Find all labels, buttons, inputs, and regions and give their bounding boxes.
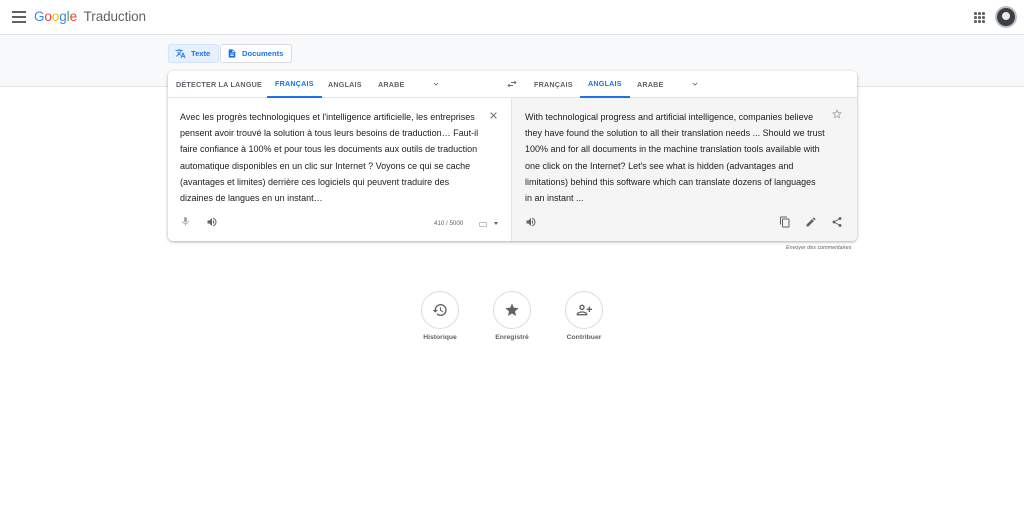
character-count: 410 / 5000: [434, 220, 464, 227]
save-translation-star-icon[interactable]: [831, 108, 843, 120]
contribute-circle: [565, 291, 603, 329]
translation-card: DÉTECTER LA LANGUE FRANÇAIS ANGLAIS ARAB…: [168, 71, 857, 241]
star-filled-icon: [505, 303, 519, 316]
tab-source-arabe[interactable]: ARABE: [370, 71, 413, 98]
swap-languages-icon[interactable]: [506, 78, 518, 90]
apps-grid-icon[interactable]: [974, 12, 985, 23]
tab-target-francais[interactable]: FRANÇAIS: [526, 71, 581, 98]
source-more-languages-chevron-icon[interactable]: [431, 79, 441, 89]
history-button[interactable]: Historique: [410, 291, 470, 341]
microphone-icon[interactable]: [180, 216, 191, 227]
share-icon[interactable]: [831, 216, 843, 228]
contribute-label: Contribuer: [566, 334, 602, 341]
tab-detect-language[interactable]: DÉTECTER LA LANGUE: [168, 71, 270, 98]
saved-circle: [493, 291, 531, 329]
target-pane: With technological progress and artifici…: [512, 98, 857, 241]
documents-mode-button[interactable]: Documents: [220, 44, 293, 63]
keyboard-dropdown-caret-icon[interactable]: [494, 222, 498, 225]
product-name: Traduction: [83, 9, 146, 24]
top-app-bar: Google Traduction: [0, 0, 1024, 35]
hamburger-menu-icon[interactable]: [12, 11, 26, 23]
history-circle: [421, 291, 459, 329]
documents-mode-label: Documents: [242, 49, 284, 58]
document-icon: [228, 49, 236, 58]
keyboard-icon[interactable]: [479, 222, 487, 227]
contribute-button[interactable]: Contribuer: [554, 291, 614, 341]
source-pane: Avec les progrès technologiques et l'int…: [168, 98, 512, 241]
tab-target-arabe[interactable]: ARABE: [629, 71, 672, 98]
translate-icon: [175, 48, 186, 59]
source-text-input[interactable]: Avec les progrès technologiques et l'int…: [180, 109, 480, 206]
saved-label: Enregistré: [495, 334, 529, 341]
target-more-languages-chevron-icon[interactable]: [690, 79, 700, 89]
history-label: Historique: [423, 334, 457, 341]
copy-icon[interactable]: [779, 216, 791, 228]
tab-source-francais[interactable]: FRANÇAIS: [267, 71, 322, 98]
text-mode-button[interactable]: Texte: [168, 44, 220, 63]
language-bar: DÉTECTER LA LANGUE FRANÇAIS ANGLAIS ARAB…: [168, 71, 857, 98]
google-translate-logo[interactable]: Google Traduction: [34, 9, 146, 24]
tab-source-anglais[interactable]: ANGLAIS: [320, 71, 370, 98]
tab-target-anglais[interactable]: ANGLAIS: [580, 71, 630, 98]
account-avatar[interactable]: [995, 6, 1017, 28]
clear-source-close-icon[interactable]: [488, 110, 499, 121]
send-feedback-link[interactable]: Envoyer des commentaires: [786, 245, 851, 251]
history-icon: [432, 304, 447, 316]
contribute-icon: [576, 304, 592, 316]
source-speaker-icon[interactable]: [206, 216, 218, 228]
saved-button[interactable]: Enregistré: [482, 291, 542, 341]
edit-pencil-icon[interactable]: [805, 216, 817, 228]
target-speaker-icon[interactable]: [525, 216, 537, 228]
translated-text: With technological progress and artifici…: [525, 112, 825, 204]
text-mode-label: Texte: [191, 49, 211, 58]
